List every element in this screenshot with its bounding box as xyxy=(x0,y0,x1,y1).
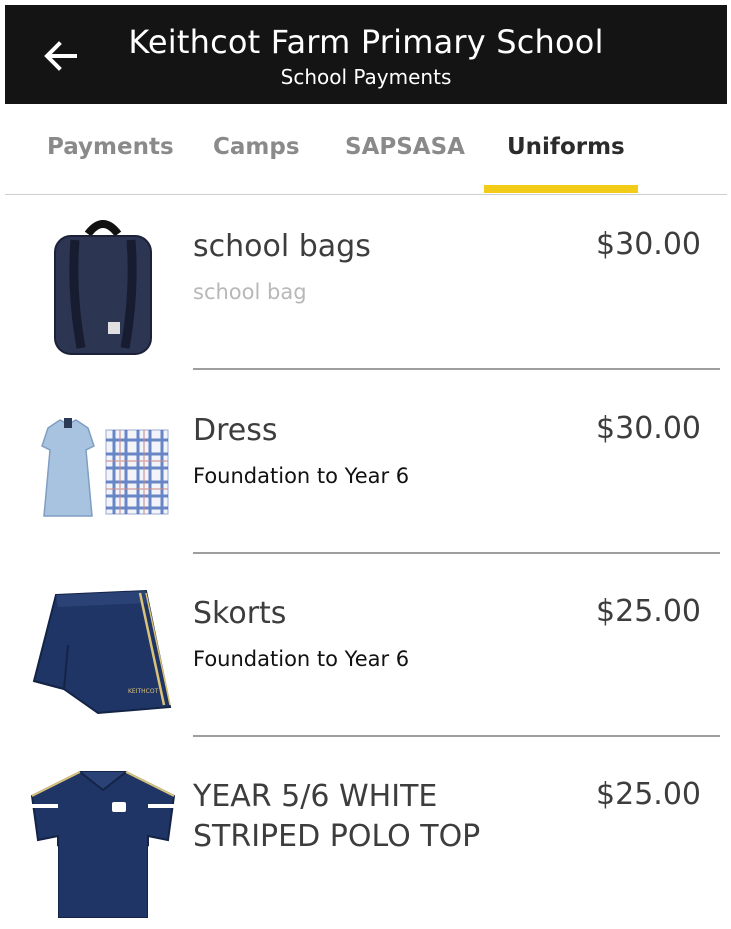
item-price: $25.00 xyxy=(596,594,701,629)
item-description: Foundation to Year 6 xyxy=(193,647,410,671)
divider xyxy=(193,368,720,370)
list-item[interactable]: Dress Foundation to Year 6 $30.00 xyxy=(0,380,731,563)
svg-text:KEITHCOT: KEITHCOT xyxy=(128,688,159,695)
dress-icon xyxy=(41,418,169,517)
item-price: $30.00 xyxy=(596,411,701,446)
tab-payments[interactable]: Payments xyxy=(47,134,174,160)
item-price: $30.00 xyxy=(596,227,701,262)
list-item[interactable]: YEAR 5/6 WHITE STRIPED POLO TOP $25.00 xyxy=(0,746,731,929)
active-tab-indicator xyxy=(484,185,638,193)
divider xyxy=(193,735,720,737)
app-header: Keithcot Farm Primary School School Paym… xyxy=(5,5,727,104)
item-name: Skorts xyxy=(193,596,287,631)
backpack-icon xyxy=(54,220,152,355)
item-description: school bag xyxy=(193,280,307,304)
skort-icon: KEITHCOT xyxy=(32,589,172,715)
polo-shirt-icon xyxy=(30,771,176,918)
item-price: $25.00 xyxy=(596,777,701,812)
item-name: YEAR 5/6 WHITE STRIPED POLO TOP xyxy=(193,779,481,854)
item-description: Foundation to Year 6 xyxy=(193,464,410,488)
divider xyxy=(193,552,720,554)
item-name: Dress xyxy=(193,413,278,448)
tab-bar: Payments Camps SAPSASA Uniforms xyxy=(5,104,727,195)
item-name: school bags xyxy=(193,229,371,264)
page-subtitle: School Payments xyxy=(280,65,452,89)
tab-camps[interactable]: Camps xyxy=(213,134,300,160)
page-title: Keithcot Farm Primary School xyxy=(128,23,604,61)
list-item[interactable]: school bags school bag $30.00 xyxy=(0,196,731,379)
list-item[interactable]: KEITHCOT Skorts Foundation to Year 6 $25… xyxy=(0,563,731,746)
tab-uniforms[interactable]: Uniforms xyxy=(507,134,625,160)
tab-sapsasa[interactable]: SAPSASA xyxy=(345,134,465,160)
